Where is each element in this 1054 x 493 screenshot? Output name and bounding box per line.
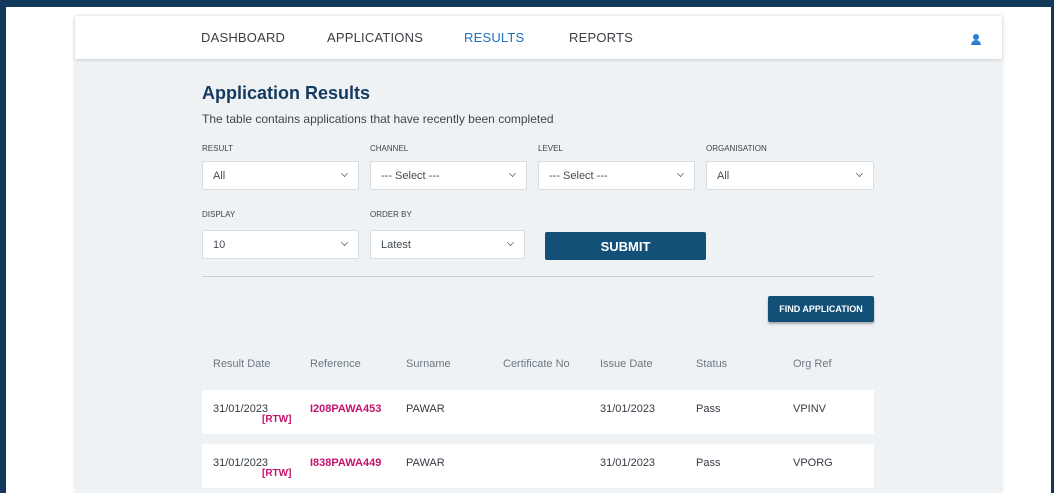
column-header-result-date[interactable]: Result Date (213, 358, 270, 370)
window-left-border (0, 7, 6, 493)
nav-applications[interactable]: APPLICATIONS (327, 30, 423, 45)
page-subtitle: The table contains applications that hav… (202, 112, 554, 126)
column-header-issue-date[interactable]: Issue Date (600, 358, 653, 370)
order-by-select[interactable]: Latest (370, 230, 525, 259)
user-icon-body (971, 40, 981, 45)
reference-link[interactable]: I208PAWA453 (310, 403, 381, 415)
nav-results[interactable]: RESULTS (464, 30, 524, 45)
section-divider (202, 276, 874, 277)
status-cell: Pass (696, 457, 721, 469)
find-application-button[interactable]: FIND APPLICATION (768, 296, 874, 322)
table-row[interactable]: 31/01/2023 [RTW] I208PAWA453 PAWAR 31/01… (202, 390, 874, 434)
chevron-down-icon (509, 170, 516, 177)
chevron-down-icon (856, 170, 863, 177)
org-ref-cell: VPINV (793, 403, 827, 415)
user-icon[interactable] (971, 34, 981, 46)
table-row[interactable]: 31/01/2023 [RTW] I838PAWA449 PAWAR 31/01… (202, 444, 874, 488)
display-label: DISPLAY (202, 210, 236, 219)
surname-cell: PAWAR (406, 457, 445, 469)
top-navigation: DASHBOARD APPLICATIONS RESULTS REPORTS (75, 16, 1002, 59)
nav-reports[interactable]: REPORTS (569, 30, 633, 45)
column-header-status[interactable]: Status (696, 358, 727, 370)
status-cell: Pass (696, 403, 721, 415)
result-label: RESULT (202, 144, 233, 153)
issue-date-cell: 31/01/2023 (600, 457, 656, 469)
column-header-certificate-no[interactable]: Certificate No (503, 358, 570, 370)
reference-link[interactable]: I838PAWA449 (310, 457, 381, 469)
column-header-surname[interactable]: Surname (406, 358, 451, 370)
result-select[interactable]: All (202, 161, 359, 190)
chevron-down-icon (341, 170, 348, 177)
organisation-select[interactable]: All (706, 161, 874, 190)
channel-select[interactable]: --- Select --- (370, 161, 527, 190)
rtw-tag: [RTW] (262, 414, 292, 425)
order-by-label: ORDER BY (370, 210, 412, 219)
result-date-cell: 31/01/2023 (213, 457, 269, 469)
surname-cell: PAWAR (406, 403, 445, 415)
result-date-cell: 31/01/2023 (213, 403, 269, 415)
app-container: DASHBOARD APPLICATIONS RESULTS REPORTS A… (75, 16, 1002, 493)
page-title: Application Results (202, 83, 371, 103)
org-ref-cell: VPORG (793, 457, 833, 469)
display-select-value: 10 (213, 239, 226, 251)
chevron-down-icon (341, 239, 348, 246)
column-header-reference[interactable]: Reference (310, 358, 361, 370)
channel-select-value: --- Select --- (381, 170, 440, 182)
result-select-value: All (213, 170, 226, 182)
organisation-select-value: All (717, 170, 730, 182)
chevron-down-icon (677, 170, 684, 177)
submit-button[interactable]: SUBMIT (545, 232, 706, 260)
nav-dashboard[interactable]: DASHBOARD (201, 30, 285, 45)
level-label: LEVEL (538, 144, 563, 153)
rtw-tag: [RTW] (262, 468, 292, 479)
order-by-select-value: Latest (381, 239, 411, 251)
column-header-org-ref[interactable]: Org Ref (793, 358, 832, 370)
organisation-label: ORGANISATION (706, 144, 767, 153)
level-select-value: --- Select --- (549, 170, 608, 182)
issue-date-cell: 31/01/2023 (600, 403, 656, 415)
display-select[interactable]: 10 (202, 230, 359, 259)
chevron-down-icon (507, 239, 514, 246)
level-select[interactable]: --- Select --- (538, 161, 695, 190)
window-top-border (0, 0, 1054, 7)
channel-label: CHANNEL (370, 144, 409, 153)
